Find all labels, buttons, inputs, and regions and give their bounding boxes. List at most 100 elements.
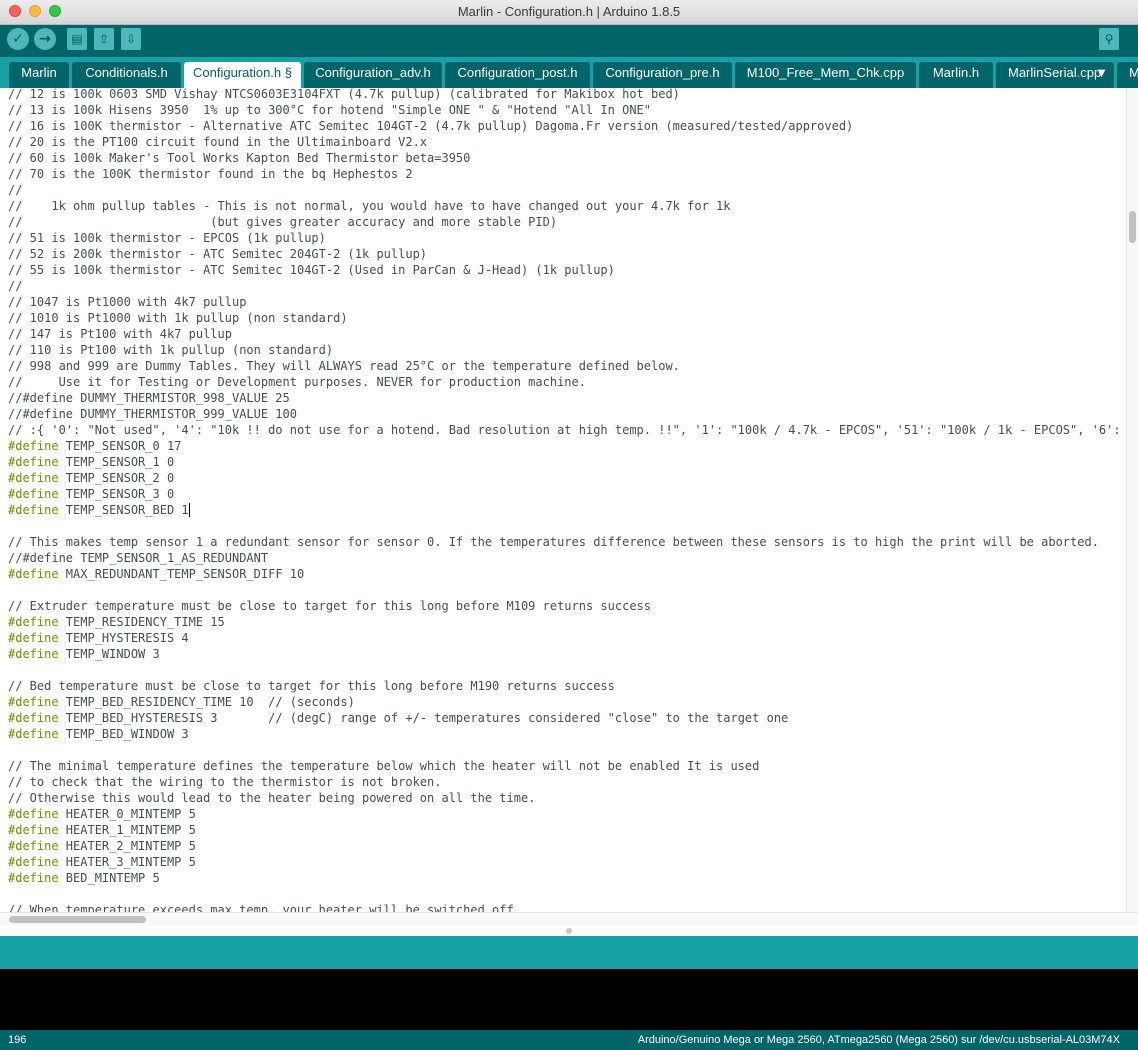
code-line[interactable]: #define TEMP_RESIDENCY_TIME 15 bbox=[8, 614, 225, 630]
tab-m100-free-mem-chk-cpp[interactable]: M100_Free_Mem_Chk.cpp bbox=[735, 62, 916, 88]
title-bar: Marlin - Configuration.h | Arduino 1.8.5 bbox=[0, 0, 1138, 25]
code-line[interactable]: // Extruder temperature must be close to… bbox=[8, 598, 651, 614]
code-line[interactable]: // 1010 is Pt1000 with 1k pullup (non st… bbox=[8, 310, 348, 326]
serial-monitor-button[interactable]: ⚲ bbox=[1099, 28, 1119, 50]
tab-marlinserial-cpp[interactable]: MarlinSerial.cpp ▼ bbox=[996, 62, 1114, 88]
tab-bar: Marlin Conditionals.h Configuration.h § … bbox=[0, 57, 1138, 88]
tab-configuration-pre-h[interactable]: Configuration_pre.h bbox=[593, 62, 732, 88]
preprocessor-keyword: #define bbox=[8, 615, 59, 629]
code-line[interactable]: //#define TEMP_SENSOR_1_AS_REDUNDANT bbox=[8, 550, 268, 566]
preprocessor-keyword: #define bbox=[8, 711, 59, 725]
code-line[interactable]: #define TEMP_BED_HYSTERESIS 3 // (degC) … bbox=[8, 710, 788, 726]
code-line[interactable]: #define TEMP_SENSOR_0 17 bbox=[8, 438, 181, 454]
verify-button[interactable]: ✓ bbox=[7, 28, 29, 50]
magnifier-icon: ⚲ bbox=[1104, 32, 1114, 46]
preprocessor-keyword: #define bbox=[8, 839, 59, 853]
code-line[interactable]: #define TEMP_BED_RESIDENCY_TIME 10 // (s… bbox=[8, 694, 355, 710]
vertical-scroll-thumb[interactable] bbox=[1129, 211, 1136, 243]
preprocessor-keyword: #define bbox=[8, 727, 59, 741]
checkmark-icon: ✓ bbox=[12, 31, 24, 47]
code-line[interactable]: #define TEMP_SENSOR_3 0 bbox=[8, 486, 174, 502]
code-line[interactable]: // bbox=[8, 278, 22, 294]
code-line[interactable]: #define HEATER_0_MINTEMP 5 bbox=[8, 806, 196, 822]
open-sketch-button[interactable]: ⇧ bbox=[94, 28, 114, 50]
tab-configuration-h[interactable]: Configuration.h § bbox=[184, 62, 301, 88]
code-line[interactable]: // 12 is 100k 0603 SMD Vishay NTCS0603E3… bbox=[8, 88, 680, 102]
code-line[interactable]: // 147 is Pt100 with 4k7 pullup bbox=[8, 326, 232, 342]
tab-overflow[interactable]: M bbox=[1117, 62, 1138, 88]
code-line[interactable]: //#define DUMMY_THERMISTOR_998_VALUE 25 bbox=[8, 390, 290, 406]
tab-marlin-h[interactable]: Marlin.h bbox=[919, 62, 993, 88]
arrow-up-icon: ⇧ bbox=[98, 32, 110, 46]
preprocessor-keyword: #define bbox=[8, 455, 59, 469]
code-line[interactable]: #define HEATER_1_MINTEMP 5 bbox=[8, 822, 196, 838]
code-line[interactable]: #define BED_MINTEMP 5 bbox=[8, 870, 160, 886]
code-line[interactable]: // bbox=[8, 182, 22, 198]
code-line[interactable]: // When temperature exceeds max_temp, yo… bbox=[8, 902, 521, 912]
code-line[interactable]: #define TEMP_SENSOR_1 0 bbox=[8, 454, 174, 470]
code-line[interactable]: // 110 is Pt100 with 1k pullup (non stan… bbox=[8, 342, 333, 358]
code-line[interactable]: // 16 is 100K thermistor - Alternative A… bbox=[8, 118, 853, 134]
code-line[interactable]: // This makes temp sensor 1 a redundant … bbox=[8, 534, 1099, 550]
tab-marlin[interactable]: Marlin bbox=[9, 62, 69, 88]
text-cursor bbox=[188, 503, 190, 517]
tab-conditionals-h[interactable]: Conditionals.h bbox=[72, 62, 181, 88]
code-line[interactable]: #define TEMP_SENSOR_2 0 bbox=[8, 470, 174, 486]
preprocessor-keyword: #define bbox=[8, 471, 59, 485]
horizontal-scrollbar[interactable] bbox=[0, 912, 1138, 926]
preprocessor-keyword: #define bbox=[8, 647, 59, 661]
preprocessor-keyword: #define bbox=[8, 871, 59, 885]
code-line[interactable]: #define TEMP_HYSTERESIS 4 bbox=[8, 630, 189, 646]
new-sketch-button[interactable]: ▤ bbox=[67, 28, 87, 50]
horizontal-scroll-thumb[interactable] bbox=[9, 916, 146, 923]
vertical-scrollbar[interactable] bbox=[1126, 88, 1138, 912]
window-title: Marlin - Configuration.h | Arduino 1.8.5 bbox=[457, 4, 681, 19]
preprocessor-keyword: #define bbox=[8, 695, 59, 709]
status-footer: 196 Arduino/Genuino Mega or Mega 2560, A… bbox=[0, 1030, 1138, 1050]
code-line[interactable]: // 13 is 100k Hisens 3950 1% up to 300°C… bbox=[8, 102, 651, 118]
code-line[interactable]: // 1k ohm pullup tables - This is not no… bbox=[8, 198, 730, 214]
preprocessor-keyword: #define bbox=[8, 567, 59, 581]
code-line[interactable]: // 55 is 100k thermistor - ATC Semitec 1… bbox=[8, 262, 615, 278]
code-line[interactable]: // to check that the wiring to the therm… bbox=[8, 774, 441, 790]
tab-configuration-post-h[interactable]: Configuration_post.h bbox=[445, 62, 590, 88]
code-line[interactable]: #define HEATER_3_MINTEMP 5 bbox=[8, 854, 196, 870]
code-line[interactable]: // (but gives greater accuracy and more … bbox=[8, 214, 557, 230]
splitter-handle[interactable] bbox=[566, 928, 572, 934]
code-line[interactable]: // Otherwise this would lead to the heat… bbox=[8, 790, 535, 806]
code-line[interactable]: #define MAX_REDUNDANT_TEMP_SENSOR_DIFF 1… bbox=[8, 566, 304, 582]
preprocessor-keyword: #define bbox=[8, 855, 59, 869]
code-line[interactable]: #define TEMP_BED_WINDOW 3 bbox=[8, 726, 189, 742]
code-line[interactable]: // 998 and 999 are Dummy Tables. They wi… bbox=[8, 358, 680, 374]
preprocessor-keyword: #define bbox=[8, 439, 59, 453]
code-line[interactable]: // 20 is the PT100 circuit found in the … bbox=[8, 134, 427, 150]
code-line[interactable]: // Bed temperature must be close to targ… bbox=[8, 678, 615, 694]
preprocessor-keyword: #define bbox=[8, 487, 59, 501]
code-line[interactable]: #define TEMP_SENSOR_BED 1 bbox=[8, 502, 190, 518]
save-sketch-button[interactable]: ⇩ bbox=[121, 28, 141, 50]
console-splitter[interactable] bbox=[0, 926, 1138, 936]
code-line[interactable]: // 70 is the 100K thermistor found in th… bbox=[8, 166, 413, 182]
line-number: 196 bbox=[8, 1034, 27, 1046]
code-line[interactable]: // :{ '0': "Not used", '4': "10k !! do n… bbox=[8, 422, 1126, 438]
code-line[interactable]: #define TEMP_WINDOW 3 bbox=[8, 646, 160, 662]
console-output bbox=[0, 969, 1138, 1030]
code-line[interactable]: // The minimal temperature defines the t… bbox=[8, 758, 759, 774]
arrow-right-icon: → bbox=[39, 31, 51, 47]
board-info: Arduino/Genuino Mega or Mega 2560, ATmeg… bbox=[637, 1034, 1120, 1046]
code-line[interactable]: // 1047 is Pt1000 with 4k7 pullup bbox=[8, 294, 246, 310]
message-area bbox=[0, 936, 1138, 969]
code-line[interactable]: // 52 is 200k thermistor - ATC Semitec 2… bbox=[8, 246, 427, 262]
preprocessor-keyword: #define bbox=[8, 631, 59, 645]
code-line[interactable]: #define HEATER_2_MINTEMP 5 bbox=[8, 838, 196, 854]
triangle-down-icon[interactable]: ▼ bbox=[1095, 62, 1108, 84]
code-editor[interactable]: // 12 is 100k 0603 SMD Vishay NTCS0603E3… bbox=[0, 88, 1126, 912]
preprocessor-keyword: #define bbox=[8, 823, 59, 837]
code-line[interactable]: // 51 is 100k thermistor - EPCOS (1k pul… bbox=[8, 230, 326, 246]
code-line[interactable]: //#define DUMMY_THERMISTOR_999_VALUE 100 bbox=[8, 406, 297, 422]
new-file-icon: ▤ bbox=[71, 32, 83, 46]
code-line[interactable]: // 60 is 100k Maker's Tool Works Kapton … bbox=[8, 150, 470, 166]
upload-button[interactable]: → bbox=[34, 28, 56, 50]
tab-configuration-adv-h[interactable]: Configuration_adv.h bbox=[304, 62, 442, 88]
code-line[interactable]: // Use it for Testing or Development pur… bbox=[8, 374, 586, 390]
